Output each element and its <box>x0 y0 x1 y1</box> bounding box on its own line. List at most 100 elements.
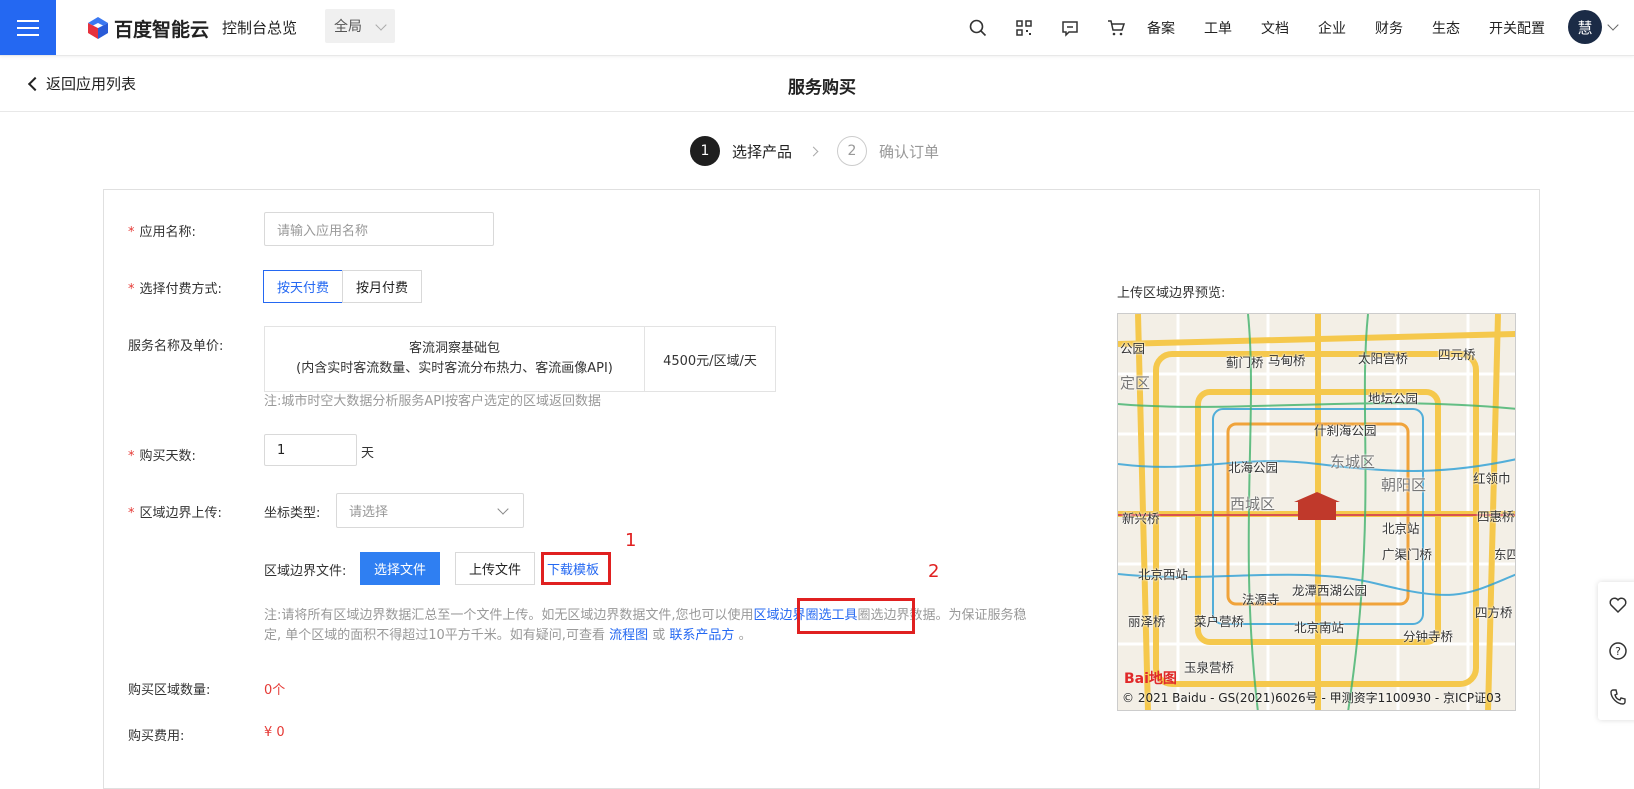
nav-item-ecosystem[interactable]: 生态 <box>1432 18 1460 38</box>
boundary-note: 注:请将所有区域边界数据汇总至一个文件上传。如无区域边界数据文件,您也可以使用区… <box>264 606 1096 646</box>
boundary-file-label: 区域边界文件: <box>264 564 347 579</box>
pay-daily-button[interactable]: 按天付费 <box>263 270 343 303</box>
floating-toolbar: ? <box>1598 582 1634 720</box>
page-header: 返回应用列表 服务购买 <box>0 56 1634 112</box>
map-place-label: 北京西站 <box>1138 567 1189 582</box>
top-nav-menu: 备案 工单 文档 企业 财务 生态 开关配置 <box>1147 18 1574 38</box>
map-place-label: 玉泉营桥 <box>1184 660 1235 675</box>
coord-type-label: 坐标类型: <box>264 506 321 521</box>
purchase-count-label: 购买区域数量: <box>128 683 211 698</box>
boundary-upload-label: 区域边界上传: <box>128 502 222 521</box>
search-icon[interactable] <box>955 16 1001 40</box>
map-place-label: 龙潭西湖公园 <box>1292 583 1368 598</box>
map-place-label: 丽泽桥 <box>1128 614 1166 629</box>
chevron-down-icon <box>497 503 509 515</box>
annotation-number-1: 1 <box>625 530 637 551</box>
boundary-note-text: 或 <box>652 628 666 643</box>
top-navigation-bar: 百度智能云 控制台总览 全局 备案 工单 文档 企业 财务 生态 开关配置 慧 <box>0 0 1634 56</box>
map-place-label: 太阳宫桥 <box>1358 351 1409 366</box>
service-desc: (内含实时客流数量、实时客流分布热力、客流画像API) <box>296 361 613 376</box>
upload-file-button[interactable]: 上传文件 <box>455 552 535 585</box>
map-roads <box>1118 314 1515 710</box>
coord-type-select[interactable]: 请选择 <box>336 493 524 528</box>
nav-item-ticket[interactable]: 工单 <box>1204 18 1232 38</box>
nav-item-enterprise[interactable]: 企业 <box>1318 18 1346 38</box>
map-place-label: 东城区 <box>1330 453 1376 471</box>
map-place-label: 分钟寺桥 <box>1403 629 1454 644</box>
baidu-map-logo: Bai地图 <box>1124 671 1177 687</box>
cart-icon[interactable] <box>1093 16 1139 40</box>
nav-item-record[interactable]: 备案 <box>1147 18 1175 38</box>
annotation-box-2 <box>797 598 915 634</box>
service-price: 4500元/区域/天 <box>663 353 757 369</box>
scope-select[interactable]: 全局 <box>325 9 395 43</box>
choose-file-button[interactable]: 选择文件 <box>360 552 440 585</box>
map-place-label: 西城区 <box>1230 495 1276 513</box>
brand-name: 百度智能云 <box>114 18 210 41</box>
app-name-label: 应用名称: <box>128 221 196 240</box>
help-icon[interactable]: ? <box>1598 628 1634 674</box>
chevron-down-icon[interactable] <box>1607 19 1619 31</box>
map-place-label: 定区 <box>1120 374 1151 392</box>
map-copyright: © 2021 Baidu - GS(2021)6026号 - 甲测资字11009… <box>1122 691 1502 705</box>
days-input[interactable]: 1 <box>264 434 357 466</box>
map-place-label: 北京站 <box>1382 521 1420 536</box>
step-2-number: 2 <box>837 136 868 166</box>
svg-text:?: ? <box>1615 645 1621 658</box>
nav-item-docs[interactable]: 文档 <box>1261 18 1289 38</box>
nav-item-switch-config[interactable]: 开关配置 <box>1489 18 1545 38</box>
map-place-label: 公园 <box>1120 341 1146 356</box>
brand-logo[interactable]: 百度智能云 <box>86 14 209 42</box>
pay-method-label: 选择付费方式: <box>128 278 222 297</box>
phone-icon[interactable] <box>1598 674 1634 720</box>
map-place-label: 地坛公园 <box>1368 391 1419 406</box>
hamburger-menu-button[interactable] <box>0 0 56 55</box>
map-place-label: 马甸桥 <box>1268 353 1306 368</box>
scope-value: 全局 <box>334 19 362 35</box>
message-icon[interactable] <box>1047 16 1093 40</box>
service-note: 注:城市时空大数据分析服务API按客户选定的区域返回数据 <box>264 394 601 409</box>
boundary-map-preview[interactable]: 公园 蓟门桥 马甸桥 太阳宫桥 四元桥 定区 地坛公园 什刹海公园 东城区 北海… <box>1117 313 1516 711</box>
days-unit: 天 <box>361 446 375 461</box>
step-1-number: 1 <box>690 136 720 166</box>
service-table: 客流洞察基础包 (内含实时客流数量、实时客流分布热力、客流画像API) 4500… <box>264 326 776 392</box>
qrcode-icon[interactable] <box>1001 16 1047 40</box>
map-place-label: 东四环 <box>1494 547 1515 562</box>
step-1-label: 选择产品 <box>732 142 793 161</box>
annotation-box-1 <box>541 552 611 585</box>
map-place-label: 法源寺 <box>1242 592 1280 607</box>
contact-product-link[interactable]: 联系产品方 <box>669 628 734 643</box>
map-place-label: 北海公园 <box>1228 460 1279 475</box>
service-label: 服务名称及单价: <box>128 339 224 354</box>
boundary-note-text: 。 <box>738 628 752 643</box>
baidu-cloud-logo-icon <box>88 17 108 39</box>
map-place-label: 什刹海公园 <box>1314 423 1377 438</box>
purchase-fee-value: ¥ 0 <box>264 725 285 740</box>
menu-icon <box>17 19 39 36</box>
app-name-input[interactable]: 请输入应用名称 <box>264 212 494 246</box>
user-avatar[interactable]: 慧 <box>1568 10 1602 44</box>
app-name-placeholder: 请输入应用名称 <box>277 223 369 239</box>
map-preview-label: 上传区域边界预览: <box>1117 286 1226 301</box>
purchase-fee-label: 购买费用: <box>128 729 185 744</box>
purchase-count-value: 0个 <box>264 683 286 698</box>
coord-type-placeholder: 请选择 <box>349 505 389 520</box>
pay-monthly-button[interactable]: 按月付费 <box>342 270 422 303</box>
annotation-number-2: 2 <box>928 561 940 582</box>
chevron-right-icon <box>808 146 819 156</box>
boundary-note-text: 定, 单个区域的面积不得超过10平方千米。如有疑问,可查看 <box>264 628 605 643</box>
page-title: 服务购买 <box>788 78 856 98</box>
map-place-label: 菜户营桥 <box>1194 614 1245 629</box>
step-2-label: 确认订单 <box>879 142 940 161</box>
nav-item-finance[interactable]: 财务 <box>1375 18 1403 38</box>
map-place-label: 朝阳区 <box>1381 476 1427 494</box>
service-name: 客流洞察基础包 <box>408 341 500 356</box>
chevron-down-icon <box>375 19 387 31</box>
map-place-label: 四方桥 <box>1475 605 1513 620</box>
flowchart-link[interactable]: 流程图 <box>609 628 648 643</box>
map-place-label: 新兴桥 <box>1122 511 1160 526</box>
step-indicator: 1 选择产品 2 确认订单 <box>690 136 939 166</box>
console-overview-link[interactable]: 控制台总览 <box>222 17 297 38</box>
map-place-label: 四元桥 <box>1438 347 1476 362</box>
favorite-icon[interactable] <box>1598 582 1634 628</box>
